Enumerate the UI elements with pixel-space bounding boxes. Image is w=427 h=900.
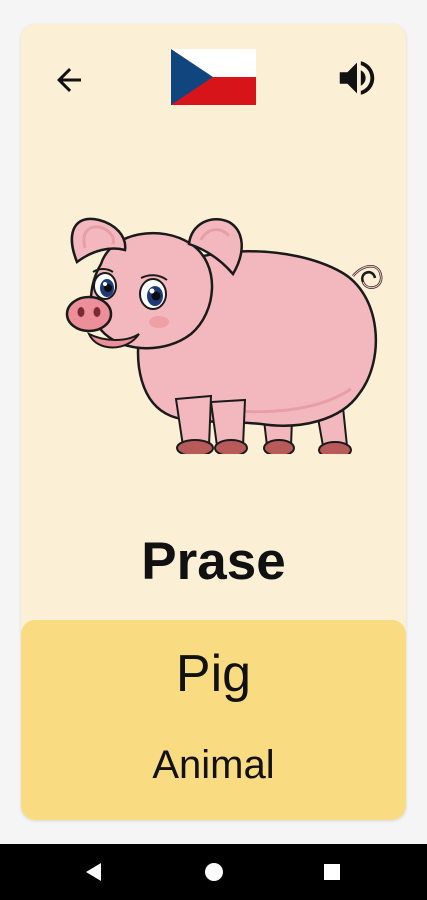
translation-text: Pig (175, 645, 252, 703)
app-screen: Prase Pig Animal (0, 0, 427, 900)
flashcard[interactable]: Prase Pig Animal (21, 24, 406, 820)
pig-illustration (65, 217, 383, 454)
play-sound-button[interactable] (333, 54, 381, 102)
nav-recents-button[interactable] (318, 858, 346, 886)
square-recents-icon (324, 864, 340, 880)
nav-home-button[interactable] (200, 858, 228, 886)
foreign-word: Prase (141, 532, 286, 591)
arrow-back-icon (57, 68, 81, 92)
android-navigation-bar (0, 844, 427, 900)
category-label: Animal (152, 743, 275, 787)
back-button[interactable] (49, 60, 89, 100)
nav-back-button[interactable] (80, 858, 108, 886)
circle-home-icon (205, 863, 223, 881)
triangle-back-icon (86, 863, 101, 881)
speaker-icon (339, 61, 375, 95)
translation-panel[interactable]: Pig Animal (21, 620, 406, 820)
czech-flag-icon (171, 49, 256, 105)
